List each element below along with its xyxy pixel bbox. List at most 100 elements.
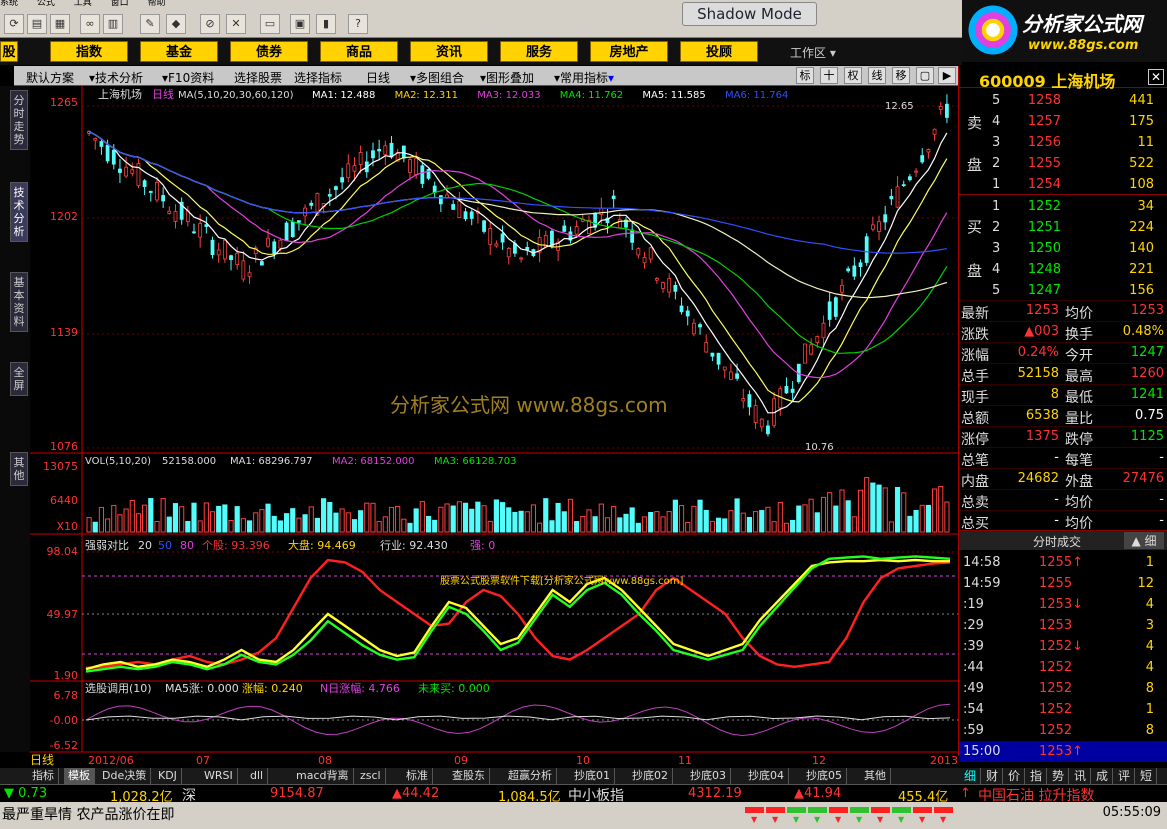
chart-area[interactable]: 上海机场 日线 MA(5,10,20,30,60,120) MA1: 12.48…: [30, 86, 958, 768]
rights-icon[interactable]: 权: [844, 67, 862, 84]
tick-row[interactable]: :49 1252 8: [959, 678, 1167, 699]
tick-row[interactable]: 15:00 1253↑: [959, 741, 1167, 762]
indicator-tab[interactable]: Dde决策: [98, 768, 152, 784]
sell-level-5[interactable]: 5 1258 441: [959, 90, 1167, 111]
indicator-tab[interactable]: WRSI: [200, 768, 238, 784]
nav-bond[interactable]: 债券: [230, 41, 308, 62]
tab-intraday[interactable]: 分时走势: [10, 90, 28, 150]
move-icon[interactable]: 移: [892, 67, 910, 84]
multi-chart[interactable]: ▾多图组合: [410, 69, 464, 86]
sell-level-3[interactable]: 3 1256 11: [959, 132, 1167, 153]
indicator-tab[interactable]: 指标: [28, 768, 59, 784]
quote-tab[interactable]: 财: [982, 768, 1004, 784]
mark-icon[interactable]: 标: [796, 67, 814, 84]
technical-analysis[interactable]: ▾技术分析: [89, 69, 143, 86]
menu-tools[interactable]: 工具: [74, 0, 92, 8]
diamond-icon[interactable]: ◆: [166, 14, 186, 34]
tab-fullscreen[interactable]: 全屏: [10, 362, 28, 396]
tick-row[interactable]: :44 1252 4: [959, 657, 1167, 678]
close-circle-icon[interactable]: ✕: [226, 14, 246, 34]
tick-row[interactable]: :29 1253 3: [959, 615, 1167, 636]
line-icon[interactable]: 线: [868, 67, 886, 84]
quote-tab[interactable]: 势: [1048, 768, 1070, 784]
tick-row[interactable]: :54 1252 1: [959, 699, 1167, 720]
buy-level-4[interactable]: 4 1248 221: [959, 259, 1167, 280]
indicator-tab[interactable]: 抄底03: [686, 768, 731, 784]
page-icon[interactable]: ▭: [260, 14, 280, 34]
indicator-tab[interactable]: 抄底04: [744, 768, 789, 784]
quote-tab[interactable]: 短: [1136, 768, 1158, 784]
indicator-tab[interactable]: KDJ: [154, 768, 182, 784]
f10-info[interactable]: ▾F10资料: [162, 69, 214, 86]
indicator-tab[interactable]: 模板: [64, 768, 95, 784]
close-icon[interactable]: ✕: [1148, 69, 1164, 85]
workzone-label[interactable]: 工作区 ▾: [790, 44, 836, 61]
stock-icon[interactable]: ▦: [50, 14, 70, 34]
menu-window[interactable]: 窗口: [111, 0, 129, 8]
indicator-tab[interactable]: 查股东: [448, 768, 490, 784]
select-stock[interactable]: 选择股票: [234, 69, 282, 86]
binoculars-icon[interactable]: ∞: [80, 14, 100, 34]
buy-level-1[interactable]: 1 1252 34: [959, 196, 1167, 217]
indicator-tab[interactable]: 超赢分析: [504, 768, 557, 784]
sell-level-2[interactable]: 2 1255 522: [959, 153, 1167, 174]
quote-tab[interactable]: 细: [960, 768, 982, 784]
nav-advisor[interactable]: 投顾: [680, 41, 758, 62]
buy-level-3[interactable]: 3 1250 140: [959, 238, 1167, 259]
nav-news[interactable]: 资讯: [410, 41, 488, 62]
indicator-tab[interactable]: 抄底02: [628, 768, 673, 784]
quote-tab[interactable]: 价: [1004, 768, 1026, 784]
quote-icon[interactable]: ▤: [27, 14, 47, 34]
tick-row[interactable]: :59 1252 8: [959, 720, 1167, 741]
nav-stock[interactable]: 股: [0, 41, 18, 62]
sell-level-4[interactable]: 4 1257 175: [959, 111, 1167, 132]
tab-fundamentals[interactable]: 基本资料: [10, 272, 28, 332]
indicator-tab[interactable]: 标准: [402, 768, 433, 784]
period-day[interactable]: 日线: [366, 69, 390, 86]
nav-commodity[interactable]: 商品: [320, 41, 398, 62]
crosshair-icon[interactable]: 十: [820, 67, 838, 84]
quote-tab[interactable]: 评: [1114, 768, 1136, 784]
help-icon[interactable]: ?: [348, 14, 368, 34]
stop-icon[interactable]: ⊘: [200, 14, 220, 34]
indicator-tab[interactable]: zscl: [356, 768, 386, 784]
tick-row[interactable]: :39 1252↓ 4: [959, 636, 1167, 657]
tick-row[interactable]: 14:58 1255↑ 1: [959, 552, 1167, 573]
window-icon[interactable]: ▣: [290, 14, 310, 34]
window-restore-icon[interactable]: ▢: [916, 67, 934, 84]
menu-formula[interactable]: 公式: [37, 0, 55, 8]
nav-index[interactable]: 指数: [50, 41, 128, 62]
chart-icon[interactable]: ✎: [140, 14, 160, 34]
overlay[interactable]: ▾图形叠加: [480, 69, 534, 86]
indicator-tab[interactable]: 其他: [860, 768, 891, 784]
indicator-tab[interactable]: 抄底01: [570, 768, 615, 784]
book-icon[interactable]: ▮: [316, 14, 336, 34]
refresh-icon[interactable]: ⟳: [4, 14, 24, 34]
common-indicators[interactable]: ▾常用指标▾: [554, 69, 614, 86]
tick-row[interactable]: :19 1253↓ 4: [959, 594, 1167, 615]
quote-tab[interactable]: 讯: [1070, 768, 1092, 784]
default-scheme[interactable]: 默认方案: [26, 69, 74, 86]
indicator-tab[interactable]: 抄底05: [802, 768, 847, 784]
nav-service[interactable]: 服务: [500, 41, 578, 62]
grid-icon[interactable]: ▥: [103, 14, 123, 34]
tick-list[interactable]: 14:58 1255↑ 1 14:59 1255 12:19 1253↓ 4:29 1253 3:…: [959, 552, 1167, 762]
buy-level-2[interactable]: 2 1251 224: [959, 217, 1167, 238]
detail-button[interactable]: ▲ 细: [1124, 532, 1164, 549]
tab-technical[interactable]: 技术分析: [10, 182, 28, 242]
quote-tab[interactable]: 成: [1092, 768, 1114, 784]
tab-other[interactable]: 其他: [10, 452, 28, 486]
quote-tab[interactable]: 指: [1026, 768, 1048, 784]
nav-realestate[interactable]: 房地产: [590, 41, 668, 62]
news-text[interactable]: 最严重旱情 农产品涨价在即: [2, 804, 174, 824]
indicator-tab[interactable]: dll: [246, 768, 269, 784]
select-indicator[interactable]: 选择指标: [294, 69, 342, 86]
sell-level-1[interactable]: 1 1254 108: [959, 174, 1167, 195]
nav-fund[interactable]: 基金: [140, 41, 218, 62]
menu-help[interactable]: 帮助: [148, 0, 166, 8]
indicator-tab[interactable]: macd背离: [292, 768, 354, 784]
next-icon[interactable]: ▶: [938, 67, 956, 84]
menu-system[interactable]: 系统: [0, 0, 18, 8]
buy-level-5[interactable]: 5 1247 156: [959, 280, 1167, 301]
tick-row[interactable]: 14:59 1255 12: [959, 573, 1167, 594]
